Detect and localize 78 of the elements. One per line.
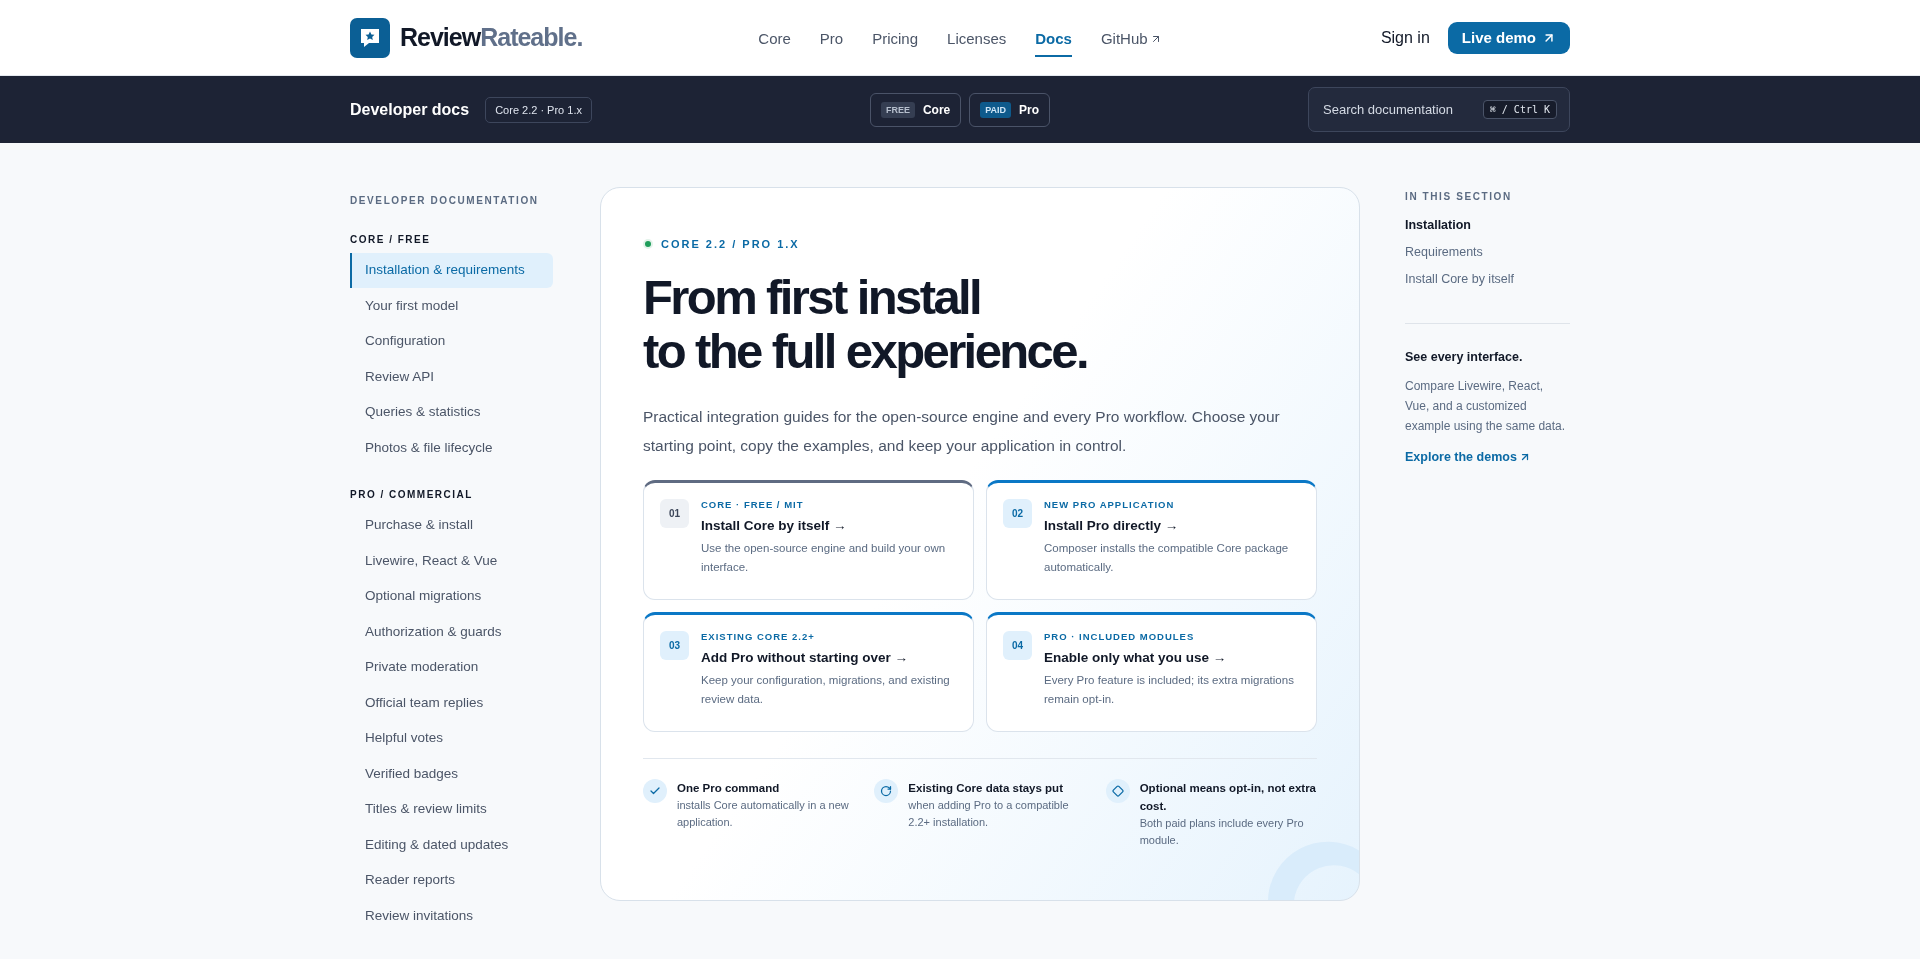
status-dot-icon	[643, 239, 653, 249]
keyboard-shortcut: ⌘ / Ctrl K	[1482, 100, 1557, 119]
toc-title: IN THIS SECTION	[1405, 191, 1513, 202]
search-field[interactable]: Search documentation	[1321, 101, 1471, 118]
hero-intro: Practical integration guides for the open-source engine and every Pro workflow. Choose your starting point, copy the examples, and keep your application in control.	[643, 407, 1281, 456]
docs-title: Developer docs	[350, 100, 470, 119]
edition-tag: FREE	[880, 101, 915, 118]
sidebar-item[interactable]: Editing & dated updates	[350, 827, 553, 862]
sidebar-item[interactable]: Installation & requirements	[350, 253, 553, 288]
sidebar-item[interactable]: Titles & review limits	[350, 792, 553, 827]
nav-link[interactable]: Pricing	[872, 22, 919, 57]
aside-text: Compare Livewire, React, Vue, and a customized example using the same data.	[1405, 378, 1567, 435]
path-description: Every Pro feature is included; its extra migrations remain opt-in.	[1044, 673, 1295, 707]
nav-link[interactable]: Docs	[1035, 22, 1072, 57]
logo-icon	[350, 17, 390, 58]
path-card[interactable]: 03 EXISTING CORE 2.2+ Add Pro without starting over → Keep your configuration, migrations, and existing review data.	[643, 612, 974, 732]
sidebar-item[interactable]: Your first model	[350, 288, 553, 323]
nav-link[interactable]: Core	[758, 22, 791, 57]
path-card[interactable]: 02 NEW PRO APPLICATION Install Pro directly → Composer installs the compatible Core package automatically.	[986, 480, 1317, 600]
sidebar-item[interactable]: Configuration	[350, 324, 553, 359]
nav-link[interactable]: GitHub	[1100, 22, 1162, 57]
path-eyebrow: PRO · INCLUDED MODULES	[1044, 631, 1196, 642]
step-number: 04	[1003, 631, 1032, 660]
toc-link[interactable]: Install Core by itself	[1405, 272, 1570, 286]
path-card[interactable]: 04 PRO · INCLUDED MODULES Enable only what you use → Every Pro feature is included; its extra migrations remain opt-in.	[986, 612, 1317, 732]
path-title: Install Pro directly →	[1044, 518, 1180, 533]
path-description: Use the open-source engine and build your own interface.	[701, 541, 947, 575]
path-title: Enable only what you use →	[1044, 650, 1228, 665]
sidebar-item[interactable]: Official team replies	[350, 685, 553, 720]
check-icon	[643, 779, 667, 803]
sidebar-item[interactable]: Reader reports	[350, 863, 553, 898]
step-number: 03	[660, 631, 689, 660]
sidebar-title: DEVELOPER DOCUMENTATION	[350, 195, 540, 206]
toc-link[interactable]: Installation	[1405, 218, 1570, 232]
path-eyebrow: EXISTING CORE 2.2+	[701, 631, 816, 642]
sidebar-section-heading: PRO / COMMERCIAL	[350, 489, 474, 500]
sidebar-item[interactable]: Photos & file lifecycle	[350, 430, 553, 465]
edition-tag: PAID	[980, 101, 1012, 118]
feature-title: Optional means opt-in, not extra cost.	[1139, 781, 1317, 814]
explore-demos-link[interactable]: Explore the demos	[1405, 450, 1570, 464]
edition-button[interactable]: FREE Core	[869, 92, 962, 127]
sidebar-item[interactable]: Purchase & install	[350, 508, 553, 543]
nav-link[interactable]: Licenses	[947, 22, 1007, 57]
feature-description: when adding Pro to a compatible 2.2+ installation.	[908, 798, 1070, 830]
sidebar-item[interactable]: Queries & statistics	[350, 395, 553, 430]
hero-heading: From first install to the full experience.	[643, 270, 1088, 378]
sign-in-link[interactable]: Sign in	[1380, 28, 1430, 47]
step-number: 02	[1003, 499, 1032, 528]
sidebar-item[interactable]: Livewire, React & Vue	[350, 543, 553, 578]
path-description: Keep your configuration, migrations, and existing review data.	[701, 673, 951, 707]
sidebar-item[interactable]: Private moderation	[350, 650, 553, 685]
version-eyebrow: CORE 2.2 / PRO 1.X	[661, 238, 800, 250]
feature-title: Existing Core data stays put	[908, 781, 1064, 796]
path-card[interactable]: 01 CORE · FREE / MIT Install Core by itself → Use the open-source engine and build your own interface.	[643, 480, 974, 600]
sidebar-item[interactable]: Verified badges	[350, 756, 553, 791]
feature-title: One Pro command	[677, 781, 781, 796]
sidebar-item[interactable]: Authorization & guards	[350, 614, 553, 649]
aside-title: See every interface.	[1405, 350, 1524, 364]
sidebar-item[interactable]: Helpful votes	[350, 721, 553, 756]
feature-description: Both paid plans include every Pro module.	[1139, 816, 1305, 848]
sidebar-item[interactable]: Review API	[350, 359, 553, 394]
path-eyebrow: CORE · FREE / MIT	[701, 499, 805, 510]
brand-name-suffix: Rateable.	[480, 23, 583, 52]
feature-description: installs Core automatically in a new application.	[677, 798, 850, 830]
live-demo-button[interactable]: Live demo	[1447, 21, 1570, 54]
path-title: Install Core by itself →	[701, 518, 848, 533]
sidebar-item[interactable]: Review invitations	[350, 898, 553, 933]
path-description: Composer installs the compatible Core package automatically.	[1044, 541, 1290, 575]
version-chip: Core 2.2 · Pro 1.x	[485, 96, 592, 123]
sidebar-item[interactable]: Optional migrations	[350, 579, 553, 614]
sidebar-section-heading: CORE / FREE	[350, 234, 432, 245]
path-title: Add Pro without starting over →	[701, 650, 909, 665]
toc-link[interactable]: Requirements	[1405, 245, 1570, 259]
edition-button[interactable]: PAID Pro	[969, 92, 1051, 127]
step-number: 01	[660, 499, 689, 528]
nav-link[interactable]: Pro	[819, 22, 844, 57]
brand-name: Review	[400, 23, 481, 52]
path-eyebrow: NEW PRO APPLICATION	[1044, 499, 1176, 510]
